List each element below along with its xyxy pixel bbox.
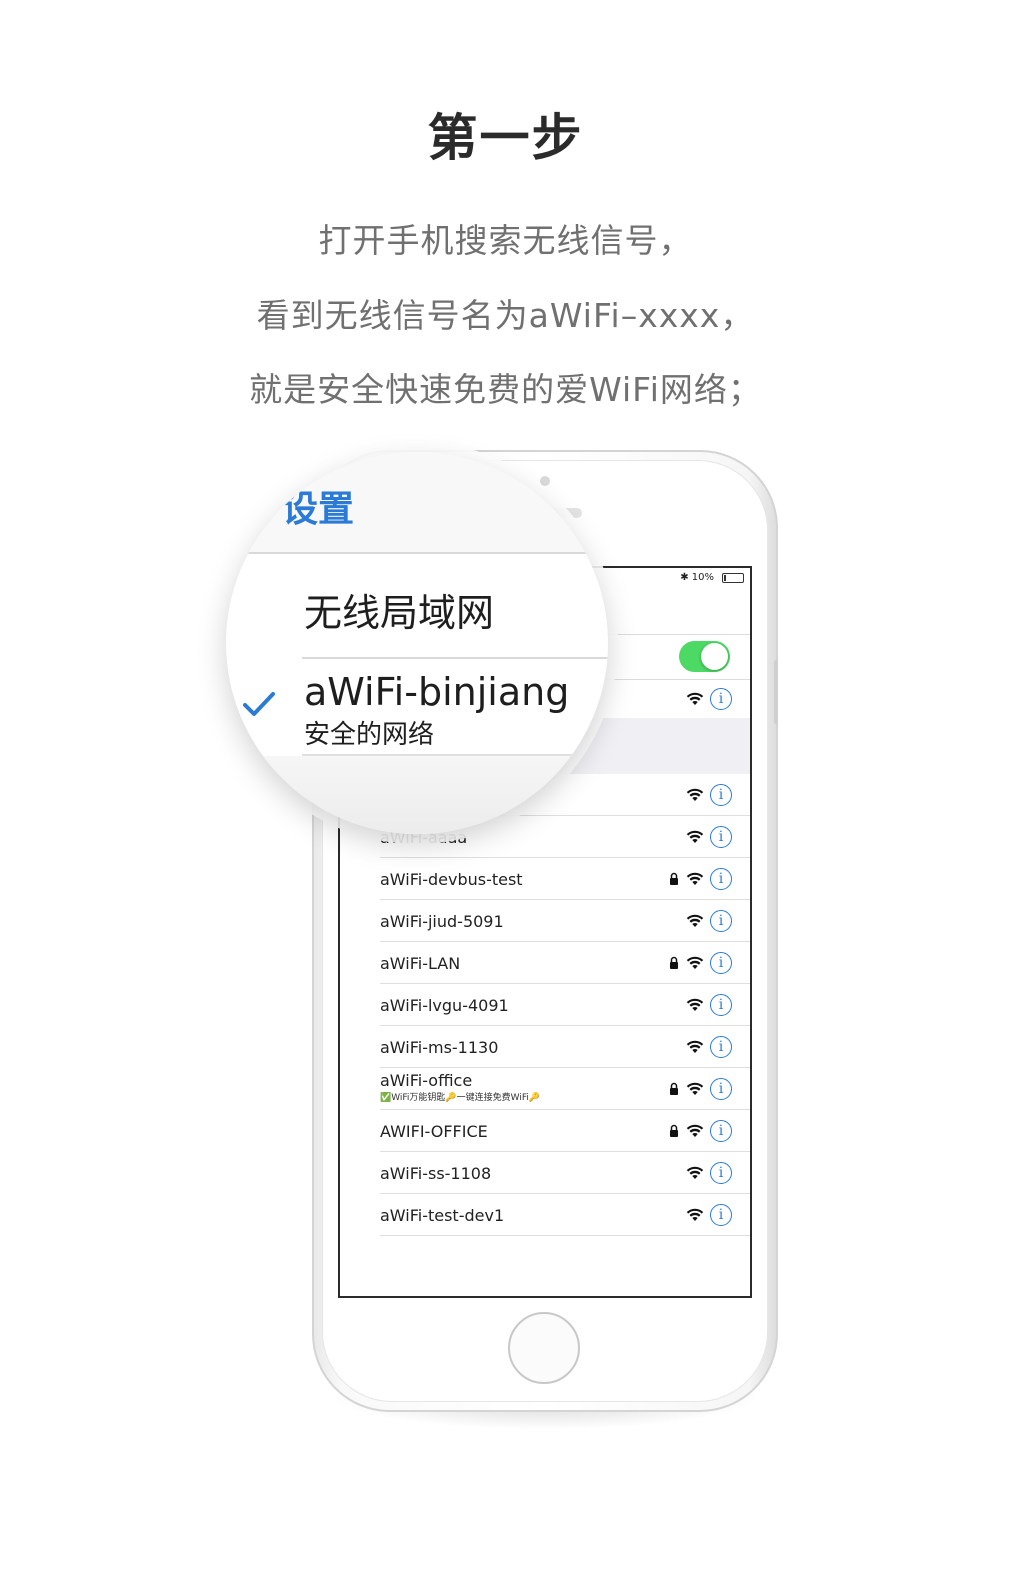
wifi-signal-icon — [686, 1082, 704, 1095]
network-row[interactable]: AWIFI-OFFICE i — [340, 1110, 750, 1152]
info-icon[interactable]: i — [710, 1204, 732, 1226]
wifi-signal-icon — [686, 914, 704, 927]
step-title: 第一步 — [427, 109, 584, 167]
network-name: aWiFi-LAN — [380, 954, 461, 973]
lock-icon — [670, 956, 678, 969]
lock-icon — [670, 872, 678, 885]
network-icons: i — [686, 1160, 732, 1186]
network-icons: i — [668, 950, 732, 976]
status-battery-text: ✱ 10% — [680, 572, 714, 583]
network-subtitle: ✅WiFi万能钥匙🔑一键连接免费WiFi🔑 — [380, 1093, 541, 1103]
magnified-security-label: 安全的网络 — [304, 720, 435, 750]
wifi-signal-icon — [686, 872, 704, 885]
lock-icon — [670, 1082, 678, 1095]
magnifier-lens: 设置 无线局域网 aWiFi-binjiang 安全的网络 — [226, 452, 608, 834]
network-name: aWiFi-office — [380, 1071, 473, 1090]
bluetooth-icon: ✱ — [680, 572, 689, 583]
wifi-signal-icon — [686, 1208, 704, 1221]
battery-icon — [722, 573, 744, 583]
network-icons: i — [668, 1076, 732, 1102]
network-name: aWiFi-ss-1108 — [380, 1164, 492, 1183]
network-icons: i — [686, 908, 732, 934]
wifi-signal-icon — [686, 956, 704, 969]
info-icon[interactable]: i — [710, 994, 732, 1016]
network-icons: i — [668, 866, 732, 892]
info-icon[interactable]: i — [710, 784, 732, 806]
magnified-connected-ssid[interactable]: aWiFi-binjiang — [304, 670, 569, 714]
info-icon[interactable]: i — [710, 1120, 732, 1142]
wifi-signal-icon — [686, 830, 704, 843]
network-icons: i — [686, 1034, 732, 1060]
magnified-wlan-label: 无线局域网 — [304, 591, 495, 635]
network-row[interactable]: aWiFi-jiud-5091 i — [340, 900, 750, 942]
wifi-signal-icon — [686, 1040, 704, 1053]
power-button — [774, 660, 778, 724]
wifi-signal-icon — [686, 692, 704, 705]
network-row[interactable]: aWiFi-office ✅WiFi万能钥匙🔑一键连接免费WiFi🔑 i — [340, 1068, 750, 1110]
divider — [226, 552, 608, 554]
network-icons: i — [686, 782, 732, 808]
wifi-signal-icon — [686, 1124, 704, 1137]
wifi-signal-icon — [686, 1166, 704, 1179]
network-icons: i — [686, 824, 732, 850]
description-line-1: 打开手机搜索无线信号， — [318, 221, 693, 260]
wifi-signal-icon — [686, 998, 704, 1011]
magnified-section-gap — [226, 756, 608, 834]
info-icon[interactable]: i — [710, 952, 732, 974]
description-line-3: 就是安全快速免费的爱WiFi网络； — [249, 370, 762, 409]
info-icon[interactable]: i — [710, 868, 732, 890]
magnified-nav-bar: 设置 — [226, 452, 608, 552]
info-icon[interactable]: i — [710, 826, 732, 848]
info-icon[interactable]: i — [710, 1036, 732, 1058]
network-icons: i — [668, 1118, 732, 1144]
wlan-toggle[interactable] — [679, 641, 730, 672]
toggle-knob — [701, 643, 728, 670]
info-icon[interactable]: i — [710, 688, 732, 710]
info-icon[interactable]: i — [710, 1162, 732, 1184]
divider — [302, 657, 608, 659]
row-divider — [380, 1235, 750, 1236]
home-button[interactable] — [508, 1312, 580, 1384]
lock-icon — [670, 1124, 678, 1137]
network-name: aWiFi-devbus-test — [380, 870, 523, 889]
back-to-settings[interactable]: 设置 — [282, 480, 354, 532]
network-row[interactable]: aWiFi-LAN i — [340, 942, 750, 984]
network-name: aWiFi-test-dev1 — [380, 1206, 505, 1225]
info-icon[interactable]: i — [710, 910, 732, 932]
description-line-2: 看到无线信号名为aWiFi–xxxx， — [256, 296, 755, 335]
info-icon[interactable]: i — [710, 1078, 732, 1100]
checkmark-icon — [243, 692, 275, 716]
network-icons: i — [686, 1202, 732, 1228]
network-name: aWiFi-jiud-5091 — [380, 912, 504, 931]
network-row[interactable]: aWiFi-devbus-test i — [340, 858, 750, 900]
network-list: aWiFi-5355iaWiFi-aaaaiaWiFi-devbus-testi… — [340, 774, 750, 1236]
network-name: aWiFi-ms-1130 — [380, 1038, 499, 1057]
network-name: AWIFI-OFFICE — [380, 1122, 488, 1141]
network-row[interactable]: aWiFi-test-dev1 i — [340, 1194, 750, 1236]
network-name: aWiFi-lvgu-4091 — [380, 996, 509, 1015]
network-row[interactable]: aWiFi-lvgu-4091 i — [340, 984, 750, 1026]
network-row[interactable]: aWiFi-ms-1130 i — [340, 1026, 750, 1068]
wifi-signal-icon — [686, 788, 704, 801]
network-row[interactable]: aWiFi-ss-1108 i — [340, 1152, 750, 1194]
network-icons: i — [686, 992, 732, 1018]
